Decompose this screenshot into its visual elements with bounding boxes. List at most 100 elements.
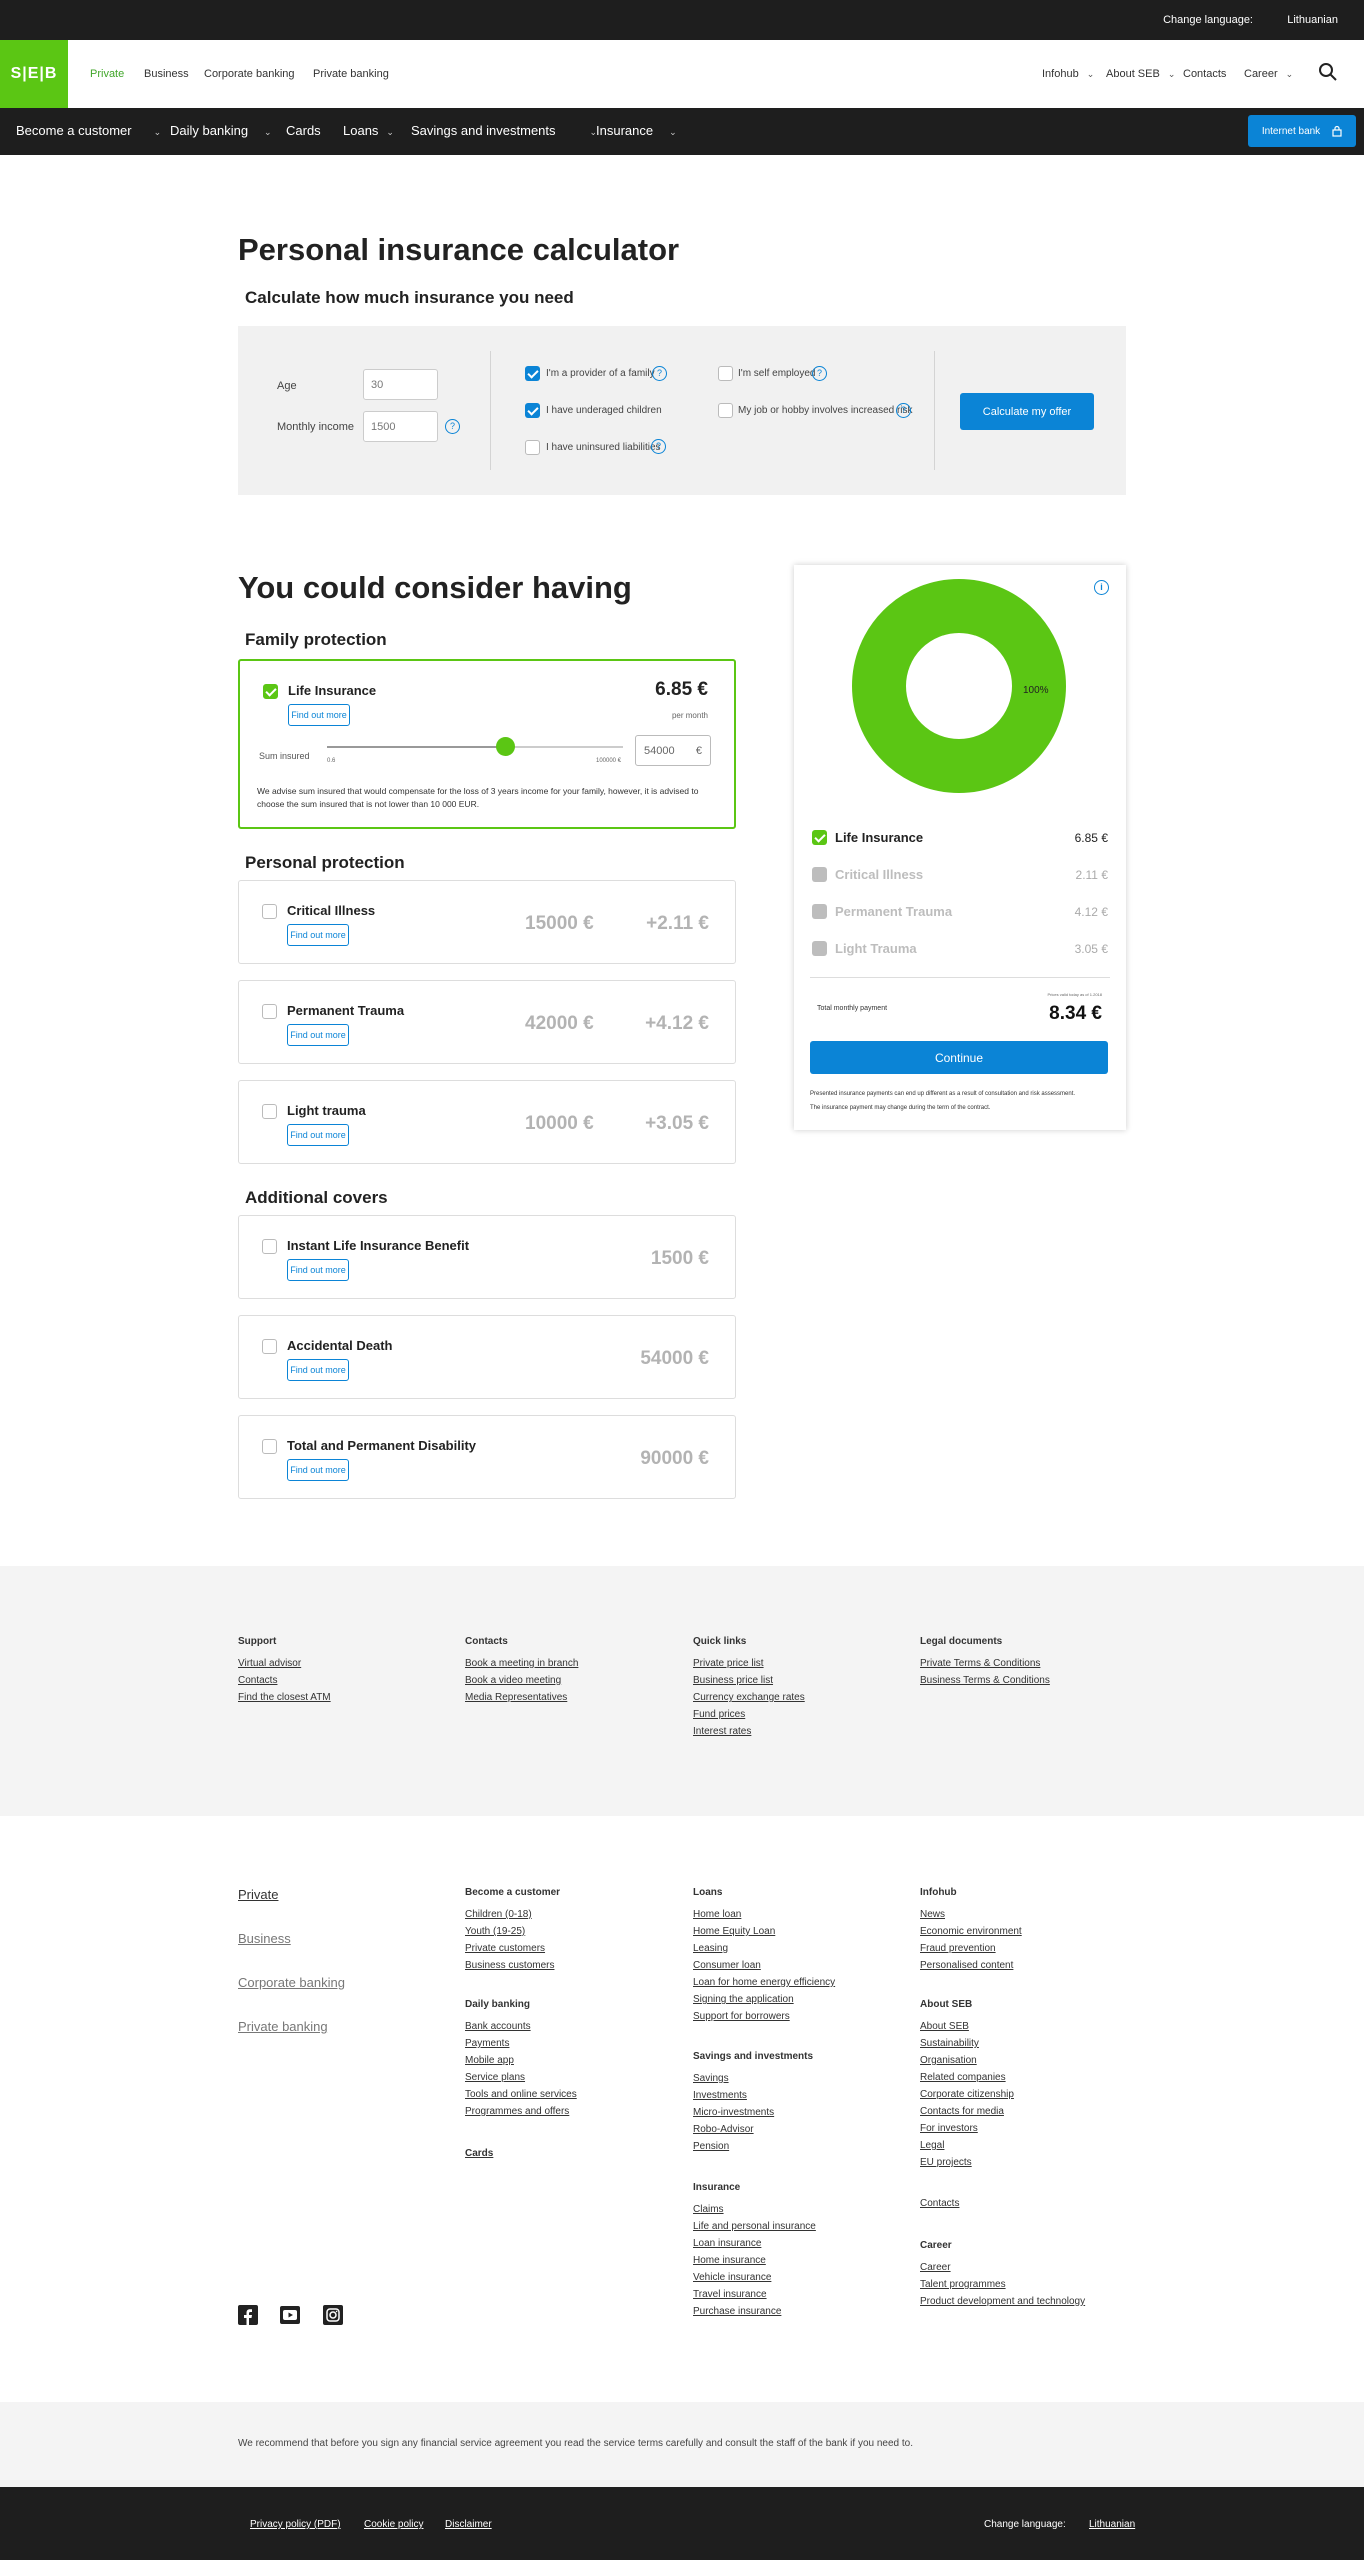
summary-checkbox[interactable]: [812, 867, 827, 882]
calculate-offer-button[interactable]: Calculate my offer: [960, 393, 1094, 430]
footer-link[interactable]: Business customers: [465, 1960, 554, 1971]
provider-of-family-checkbox[interactable]: [525, 366, 540, 381]
footer-link[interactable]: Consumer loan: [693, 1960, 761, 1971]
underaged-children-checkbox[interactable]: [525, 403, 540, 418]
permanent-disability-checkbox[interactable]: [262, 1439, 277, 1454]
info-icon[interactable]: i: [1094, 580, 1109, 595]
footer-link[interactable]: Life and personal insurance: [693, 2221, 816, 2232]
footer-link[interactable]: Private customers: [465, 1943, 545, 1954]
footer-link[interactable]: Contacts: [238, 1675, 277, 1686]
menu-daily-banking[interactable]: Daily banking ⌄: [170, 123, 272, 138]
footer-link[interactable]: Organisation: [920, 2055, 977, 2066]
footer-link[interactable]: Business Terms & Conditions: [920, 1675, 1050, 1686]
summary-checkbox[interactable]: [812, 830, 827, 845]
footer-segment-private[interactable]: Private: [238, 1887, 278, 1902]
cookie-policy-link[interactable]: Cookie policy: [364, 2519, 423, 2530]
help-icon[interactable]: ?: [652, 366, 667, 381]
find-out-more-button[interactable]: Find out more: [287, 1259, 349, 1281]
help-icon[interactable]: ?: [651, 439, 666, 454]
footer-segment-private-banking[interactable]: Private banking: [238, 2019, 328, 2034]
footer-link[interactable]: Personalised content: [920, 1960, 1013, 1971]
facebook-icon[interactable]: [238, 2305, 258, 2325]
footer-link[interactable]: Private price list: [693, 1658, 764, 1669]
menu-become-a-customer[interactable]: Become a customer ⌄: [16, 123, 161, 138]
nav-career[interactable]: Career ⌄: [1244, 68, 1293, 80]
light-trauma-checkbox[interactable]: [262, 1104, 277, 1119]
find-out-more-button[interactable]: Find out more: [287, 924, 349, 946]
find-out-more-button[interactable]: Find out more: [287, 1459, 349, 1481]
find-out-more-button[interactable]: Find out more: [287, 1024, 349, 1046]
slider-handle[interactable]: [495, 737, 515, 756]
footer-link[interactable]: Children (0-18): [465, 1909, 532, 1920]
summary-row-permanent-trauma[interactable]: Permanent Trauma 4.12 €: [812, 902, 1108, 922]
footer-link[interactable]: Contacts for media: [920, 2106, 1004, 2117]
footer-link[interactable]: Sustainability: [920, 2038, 979, 2049]
permanent-trauma-checkbox[interactable]: [262, 1004, 277, 1019]
footer-link[interactable]: Talent programmes: [920, 2279, 1006, 2290]
footer-link[interactable]: Programmes and offers: [465, 2106, 569, 2117]
age-input[interactable]: 30: [363, 369, 438, 400]
nav-about-seb[interactable]: About SEB ⌄: [1106, 68, 1175, 80]
uninsured-liabilities-checkbox[interactable]: [525, 440, 540, 455]
footer-contacts-link[interactable]: Contacts: [920, 2198, 959, 2209]
footer-link[interactable]: Home loan: [693, 1909, 741, 1920]
footer-link[interactable]: Payments: [465, 2038, 509, 2049]
footer-link[interactable]: Signing the application: [693, 1994, 794, 2005]
footer-link[interactable]: Media Representatives: [465, 1692, 567, 1703]
footer-link[interactable]: Interest rates: [693, 1726, 751, 1737]
help-icon[interactable]: ?: [812, 366, 827, 381]
summary-checkbox[interactable]: [812, 941, 827, 956]
help-icon[interactable]: ?: [896, 403, 911, 418]
footer-link[interactable]: Service plans: [465, 2072, 525, 2083]
internet-bank-button[interactable]: Internet bank: [1248, 115, 1356, 147]
privacy-policy-link[interactable]: Privacy policy (PDF): [250, 2519, 341, 2530]
youtube-icon[interactable]: [280, 2305, 300, 2325]
footer-link[interactable]: Leasing: [693, 1943, 728, 1954]
segment-private[interactable]: Private: [90, 68, 124, 80]
critical-illness-checkbox[interactable]: [262, 904, 277, 919]
footer-link[interactable]: Business price list: [693, 1675, 773, 1686]
increased-risk-checkbox[interactable]: [718, 403, 733, 418]
footer-link[interactable]: Pension: [693, 2141, 729, 2152]
menu-insurance[interactable]: Insurance ⌄: [596, 123, 677, 138]
seb-logo[interactable]: S|E|B: [0, 40, 68, 108]
language-link[interactable]: Lithuanian: [1089, 2519, 1135, 2530]
footer-link[interactable]: Fund prices: [693, 1709, 745, 1720]
footer-link[interactable]: Tools and online services: [465, 2089, 577, 2100]
footer-link[interactable]: Book a meeting in branch: [465, 1658, 578, 1669]
footer-link[interactable]: EU projects: [920, 2157, 972, 2168]
segment-business[interactable]: Business: [144, 68, 189, 80]
footer-link[interactable]: About SEB: [920, 2021, 969, 2032]
footer-link[interactable]: Claims: [693, 2204, 724, 2215]
summary-row-critical-illness[interactable]: Critical Illness 2.11 €: [812, 865, 1108, 885]
footer-link[interactable]: Support for borrowers: [693, 2011, 790, 2022]
footer-link[interactable]: Virtual advisor: [238, 1658, 301, 1669]
footer-link[interactable]: Travel insurance: [693, 2289, 767, 2300]
segment-corporate-banking[interactable]: Corporate banking: [204, 68, 295, 80]
summary-checkbox[interactable]: [812, 904, 827, 919]
segment-private-banking[interactable]: Private banking: [313, 68, 389, 80]
footer-link[interactable]: Loan for home energy efficiency: [693, 1977, 835, 1988]
footer-link[interactable]: Savings: [693, 2073, 729, 2084]
footer-link[interactable]: Vehicle insurance: [693, 2272, 771, 2283]
search-icon[interactable]: [1318, 62, 1338, 82]
footer-link[interactable]: News: [920, 1909, 945, 1920]
summary-row-life-insurance[interactable]: Life Insurance 6.85 €: [812, 828, 1108, 848]
footer-link[interactable]: Robo-Advisor: [693, 2124, 754, 2135]
footer-link[interactable]: Fraud prevention: [920, 1943, 996, 1954]
footer-link[interactable]: Loan insurance: [693, 2238, 761, 2249]
footer-link[interactable]: Private Terms & Conditions: [920, 1658, 1040, 1669]
accidental-death-checkbox[interactable]: [262, 1339, 277, 1354]
footer-link[interactable]: Product development and technology: [920, 2296, 1085, 2307]
find-out-more-button[interactable]: Find out more: [288, 704, 350, 726]
self-employed-checkbox[interactable]: [718, 366, 733, 381]
footer-link[interactable]: Home Equity Loan: [693, 1926, 775, 1937]
continue-button[interactable]: Continue: [810, 1041, 1108, 1074]
footer-link[interactable]: Micro-investments: [693, 2107, 774, 2118]
help-icon[interactable]: ?: [445, 419, 460, 434]
footer-link[interactable]: Legal: [920, 2140, 944, 2151]
summary-row-light-trauma[interactable]: Light Trauma 3.05 €: [812, 939, 1108, 959]
footer-link[interactable]: Mobile app: [465, 2055, 514, 2066]
footer-link[interactable]: Home insurance: [693, 2255, 766, 2266]
footer-link[interactable]: Investments: [693, 2090, 747, 2101]
